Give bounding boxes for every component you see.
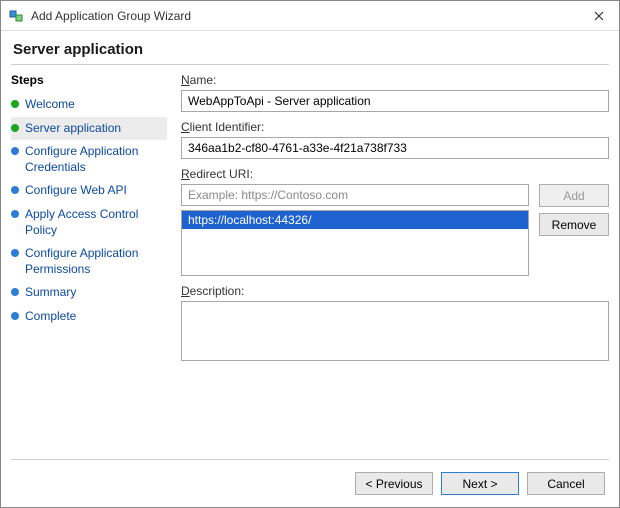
redirect-uri-input[interactable] [181,184,529,206]
add-button[interactable]: Add [539,184,609,207]
wizard-window: Add Application Group Wizard Server appl… [0,0,620,508]
description-input[interactable] [181,301,609,361]
step-label: Configure Application Credentials [25,144,165,175]
step-pending-icon [11,312,19,320]
steps-sidebar: Steps Welcome Server application Configure… [11,65,171,459]
step-item[interactable]: Configure Application Permissions [11,242,167,281]
client-id-field[interactable] [181,137,609,159]
step-done-icon [11,124,19,132]
description-label: Description: [181,284,609,298]
close-button[interactable] [579,1,619,31]
step-item[interactable]: Configure Web API [11,179,167,203]
step-pending-icon [11,249,19,257]
app-group-icon [9,8,25,24]
window-title: Add Application Group Wizard [31,9,579,23]
step-pending-icon [11,210,19,218]
step-item[interactable]: Configure Application Credentials [11,140,167,179]
step-done-icon [11,100,19,108]
wizard-footer: < Previous Next > Cancel [11,459,609,507]
step-pending-icon [11,147,19,155]
previous-button[interactable]: < Previous [355,472,433,495]
name-input[interactable] [181,90,609,112]
step-item[interactable]: Server application [11,117,167,141]
step-label: Configure Web API [25,183,127,199]
remove-button[interactable]: Remove [539,213,609,236]
step-pending-icon [11,186,19,194]
step-pending-icon [11,288,19,296]
name-label: Name: [181,73,609,87]
step-item[interactable]: Welcome [11,93,167,117]
redirect-uri-item[interactable]: https://localhost:44326/ [182,211,528,229]
step-label: Server application [25,121,121,137]
step-label: Summary [25,285,76,301]
page-title: Server application [1,31,619,64]
form-panel: Name: Client Identifier: Redirect URI: h… [171,65,609,459]
step-label: Welcome [25,97,75,113]
step-label: Apply Access Control Policy [25,207,165,238]
next-button[interactable]: Next > [441,472,519,495]
client-id-label: Client Identifier: [181,120,609,134]
step-label: Configure Application Permissions [25,246,165,277]
step-item[interactable]: Complete [11,305,167,329]
titlebar: Add Application Group Wizard [1,1,619,31]
step-label: Complete [25,309,76,325]
step-item[interactable]: Apply Access Control Policy [11,203,167,242]
redirect-uri-list[interactable]: https://localhost:44326/ [181,210,529,276]
wizard-body: Steps Welcome Server application Configure… [11,64,609,459]
steps-heading: Steps [11,73,167,93]
step-item[interactable]: Summary [11,281,167,305]
cancel-button[interactable]: Cancel [527,472,605,495]
redirect-uri-label: Redirect URI: [181,167,609,181]
